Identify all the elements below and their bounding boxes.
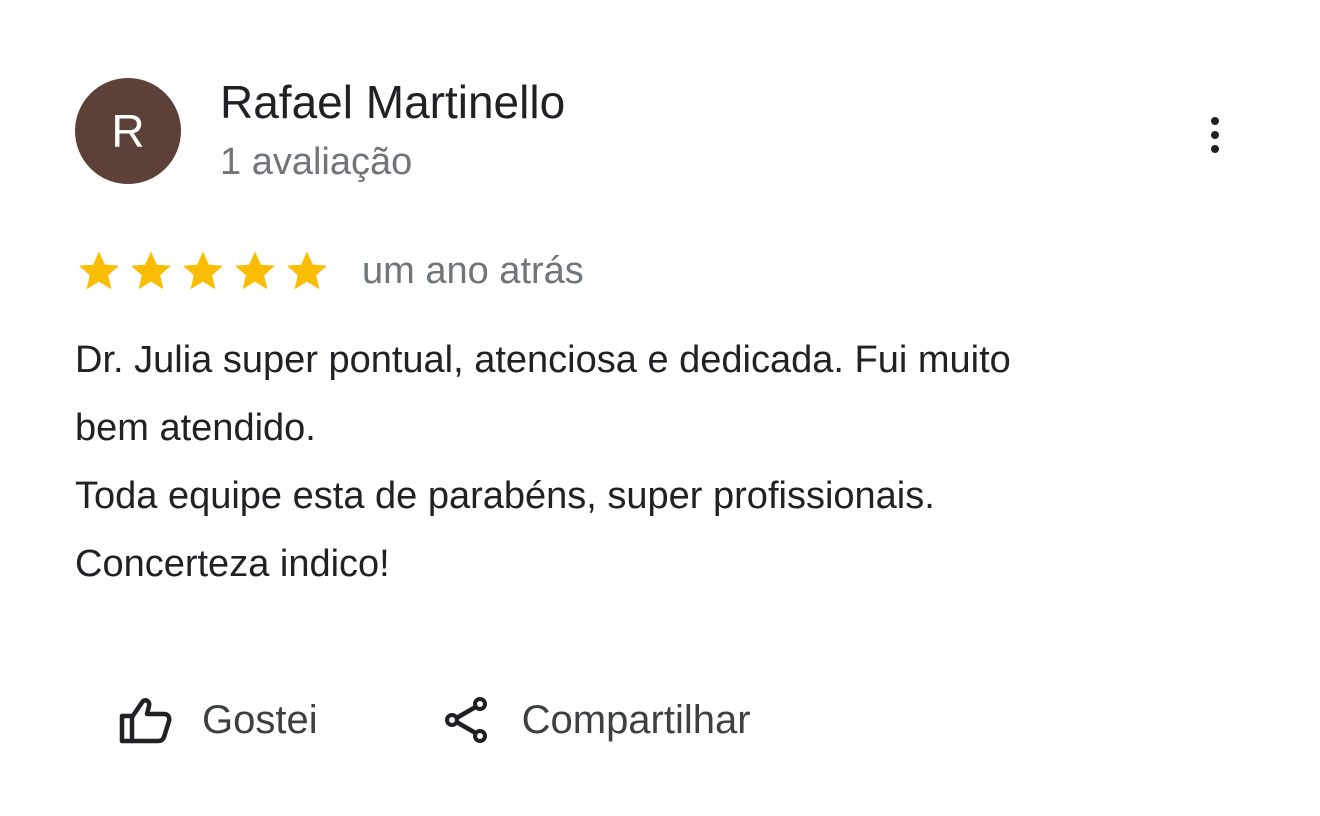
review-date: um ano atrás	[362, 250, 584, 292]
review-text-line: Concerteza indico!	[75, 543, 390, 585]
more-vertical-icon-dot	[1211, 145, 1219, 153]
review-card: R Rafael Martinello 1 avaliação um ano a…	[0, 0, 1320, 816]
avatar[interactable]: R	[75, 78, 181, 184]
star-rating	[74, 247, 332, 295]
more-vertical-icon-dot	[1211, 117, 1219, 125]
author-review-count[interactable]: 1 avaliação	[220, 138, 412, 186]
avatar-initial: R	[111, 105, 145, 157]
share-button[interactable]: Compartilhar	[442, 688, 751, 752]
more-vertical-icon-dot	[1211, 131, 1219, 139]
more-options-button[interactable]	[1192, 110, 1238, 160]
author-name[interactable]: Rafael Martinello	[220, 72, 565, 132]
star-icon	[79, 251, 119, 290]
rating-row: um ano atrás	[74, 246, 584, 296]
star-icon	[287, 251, 327, 290]
star-icon	[131, 251, 171, 290]
star-icon	[183, 251, 223, 290]
review-actions: Gostei Compartilhar	[118, 688, 751, 752]
review-text: Dr. Julia super pontual, atenciosa e ded…	[75, 326, 1275, 598]
star-icon	[235, 251, 275, 290]
review-text-line: bem atendido.	[75, 407, 316, 449]
thumbs-up-icon	[119, 698, 172, 744]
review-text-line: Dr. Julia super pontual, atenciosa e ded…	[75, 339, 1011, 381]
like-label: Gostei	[202, 698, 318, 742]
like-button[interactable]: Gostei	[118, 688, 318, 752]
share-icon	[444, 697, 487, 743]
share-label: Compartilhar	[521, 698, 751, 742]
review-text-line: Toda equipe esta de parabéns, super prof…	[75, 475, 935, 517]
